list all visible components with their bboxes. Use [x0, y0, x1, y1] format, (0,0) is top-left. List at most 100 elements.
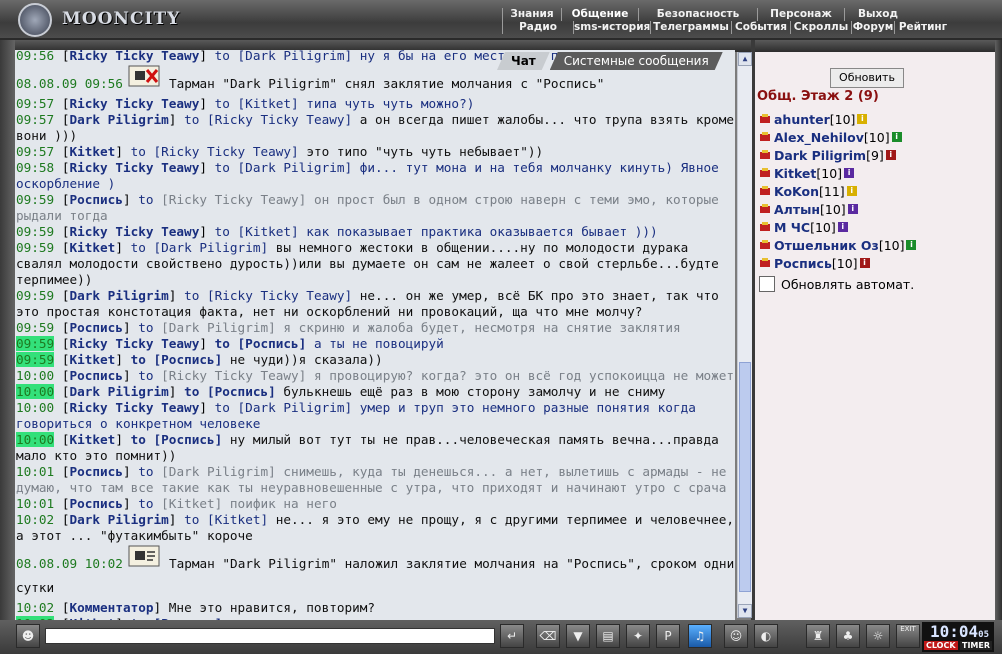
chat-nick[interactable]: Ricky Ticky Teawy	[69, 224, 199, 239]
user-info-icon[interactable]: i	[837, 222, 848, 232]
chat-scrollbar[interactable]: ▲ ▼	[737, 52, 752, 618]
user-info-icon[interactable]: i	[891, 132, 902, 142]
chat-target[interactable]: [Kitket]	[238, 224, 299, 239]
user-row[interactable]: М ЧС [10] i	[759, 218, 848, 236]
chat-target[interactable]: [Роспись]	[207, 384, 276, 399]
chat-nick[interactable]: Ricky Ticky Teawy	[69, 336, 199, 351]
clock-label[interactable]: CLOCK	[924, 641, 958, 650]
refresh-button[interactable]: Обновить	[830, 68, 904, 88]
nav-scrolls[interactable]: Скроллы	[790, 21, 851, 34]
nav-telegrams[interactable]: Телеграммы	[650, 21, 731, 34]
user-row[interactable]: KoKon [11] i	[759, 182, 857, 200]
eraser-icon[interactable]: ⌫	[536, 624, 560, 648]
user-name[interactable]: Dark Piligrim	[774, 148, 866, 163]
bag-icon[interactable]: ♜	[806, 624, 830, 648]
user-name[interactable]: KoKon	[774, 184, 819, 199]
chat-target[interactable]: [Ricky Ticky Teawy]	[161, 192, 306, 207]
chat-target[interactable]: [Dark Piligrim]	[238, 160, 353, 175]
timer-label[interactable]: TIMER	[960, 641, 993, 650]
chat-nick[interactable]: Роспись	[69, 368, 122, 383]
walk-icon[interactable]: ✦	[626, 624, 650, 648]
user-row[interactable]: Отшельник Оз [10] i	[759, 236, 917, 254]
exit-icon[interactable]: EXIT	[896, 624, 920, 648]
nav-znania[interactable]: Знания	[502, 8, 561, 21]
chat-target[interactable]: [Ricky Ticky Teawy]	[207, 112, 352, 127]
chat-target[interactable]: [Kitket]	[161, 496, 222, 511]
user-name[interactable]: Отшельник Оз	[774, 238, 879, 253]
chat-nick[interactable]: Kitket	[69, 432, 115, 447]
chat-nick[interactable]: Ricky Ticky Teawy	[69, 96, 199, 111]
chat-target[interactable]: [Kitket]	[207, 512, 268, 527]
tab-system-messages[interactable]: Системные сообщения	[550, 52, 723, 70]
chat-nick[interactable]: Роспись	[69, 192, 122, 207]
user-info-icon[interactable]: i	[857, 114, 868, 124]
user-row[interactable]: Роспись [10] i	[759, 254, 870, 272]
chat-input[interactable]	[45, 628, 495, 644]
filter-icon[interactable]: ▼	[566, 624, 590, 648]
scroll-up-icon[interactable]: ▲	[738, 52, 752, 66]
user-info-icon[interactable]: i	[847, 204, 858, 214]
scroll-thumb[interactable]	[739, 362, 751, 592]
nav-personazh[interactable]: Персонаж	[757, 8, 844, 21]
avatar-icon[interactable]: ☻	[16, 624, 40, 648]
auto-refresh-checkbox[interactable]	[759, 276, 775, 292]
chat-target[interactable]: [Dark Piligrim]	[161, 464, 276, 479]
chat-target[interactable]: [Ricky Ticky Teawy]	[161, 368, 306, 383]
private-icon[interactable]: P	[656, 624, 680, 648]
user-info-icon[interactable]: i	[844, 168, 855, 178]
chat-nick[interactable]: Комментатор	[69, 600, 153, 615]
chat-target[interactable]: [Роспись]	[154, 352, 223, 367]
chat-nick[interactable]: Ricky Ticky Teawy	[69, 50, 199, 63]
user-name[interactable]: Алтын	[774, 202, 820, 217]
nav-sms-history[interactable]: sms-история	[573, 21, 650, 34]
settings-icon[interactable]: ☼	[866, 624, 890, 648]
chat-target[interactable]: [Ricky Ticky Teawy]	[154, 144, 299, 159]
user-info-icon[interactable]: i	[859, 258, 870, 268]
user-name[interactable]: Kitket	[774, 166, 816, 181]
user-info-icon[interactable]: i	[906, 240, 917, 250]
user-row[interactable]: Kitket [10] i	[759, 164, 855, 182]
chat-target[interactable]: [Роспись]	[238, 336, 307, 351]
chat-nick[interactable]: Kitket	[69, 144, 115, 159]
chat-target[interactable]: [Dark Piligrim]	[154, 240, 269, 255]
nav-obshchenie[interactable]: Общение	[561, 8, 638, 21]
chat-nick[interactable]: Dark Piligrim	[69, 512, 168, 527]
nav-events[interactable]: События	[731, 21, 790, 34]
save-icon[interactable]: ▤	[596, 624, 620, 648]
chat-nick[interactable]: Ricky Ticky Teawy	[69, 160, 199, 175]
chat-nick[interactable]: Роспись	[69, 320, 122, 335]
chat-nick[interactable]: Ricky Ticky Teawy	[69, 400, 199, 415]
smile-icon[interactable]: ☺	[724, 624, 748, 648]
chat-target[interactable]: [Dark Piligrim]	[238, 50, 353, 63]
user-name[interactable]: Роспись	[774, 256, 832, 271]
user-row[interactable]: Alex_Nehilov [10] i	[759, 128, 902, 146]
user-info-icon[interactable]: i	[846, 186, 857, 196]
chat-target[interactable]: [Роспись]	[154, 432, 223, 447]
inventory-icon[interactable]: ♣	[836, 624, 860, 648]
chat-target[interactable]: [Ricky Ticky Teawy]	[207, 288, 352, 303]
chat-nick[interactable]: Dark Piligrim	[69, 384, 168, 399]
helmet-icon[interactable]: ◐	[754, 624, 778, 648]
chat-nick[interactable]: Dark Piligrim	[69, 288, 168, 303]
user-info-icon[interactable]: i	[885, 150, 896, 160]
user-row[interactable]: Алтын [10] i	[759, 200, 858, 218]
tab-chat[interactable]: Чат	[497, 52, 550, 70]
chat-nick[interactable]: Роспись	[69, 496, 122, 511]
nav-forum[interactable]: Форум	[851, 21, 894, 34]
user-name[interactable]: М ЧС	[774, 220, 810, 235]
chat-target[interactable]: [Kitket]	[238, 96, 299, 111]
nav-vyhod[interactable]: Выход	[844, 8, 911, 21]
user-name[interactable]: ahunter	[774, 112, 830, 127]
nav-rating[interactable]: Рейтинг	[894, 21, 951, 34]
chat-target[interactable]: [Dark Piligrim]	[161, 320, 276, 335]
send-icon[interactable]: ↵	[500, 624, 524, 648]
chat-nick[interactable]: Роспись	[69, 464, 122, 479]
chat-target[interactable]: [Dark Piligrim]	[238, 400, 353, 415]
nav-bezopasnost[interactable]: Безопасность	[638, 8, 757, 21]
chat-nick[interactable]: Kitket	[69, 352, 115, 367]
nav-radio[interactable]: Радио	[502, 21, 573, 34]
sound-icon[interactable]: ♫	[688, 624, 712, 648]
chat-nick[interactable]: Dark Piligrim	[69, 112, 168, 127]
user-row[interactable]: ahunter [10] i	[759, 110, 868, 128]
user-row[interactable]: Dark Piligrim [9] i	[759, 146, 896, 164]
